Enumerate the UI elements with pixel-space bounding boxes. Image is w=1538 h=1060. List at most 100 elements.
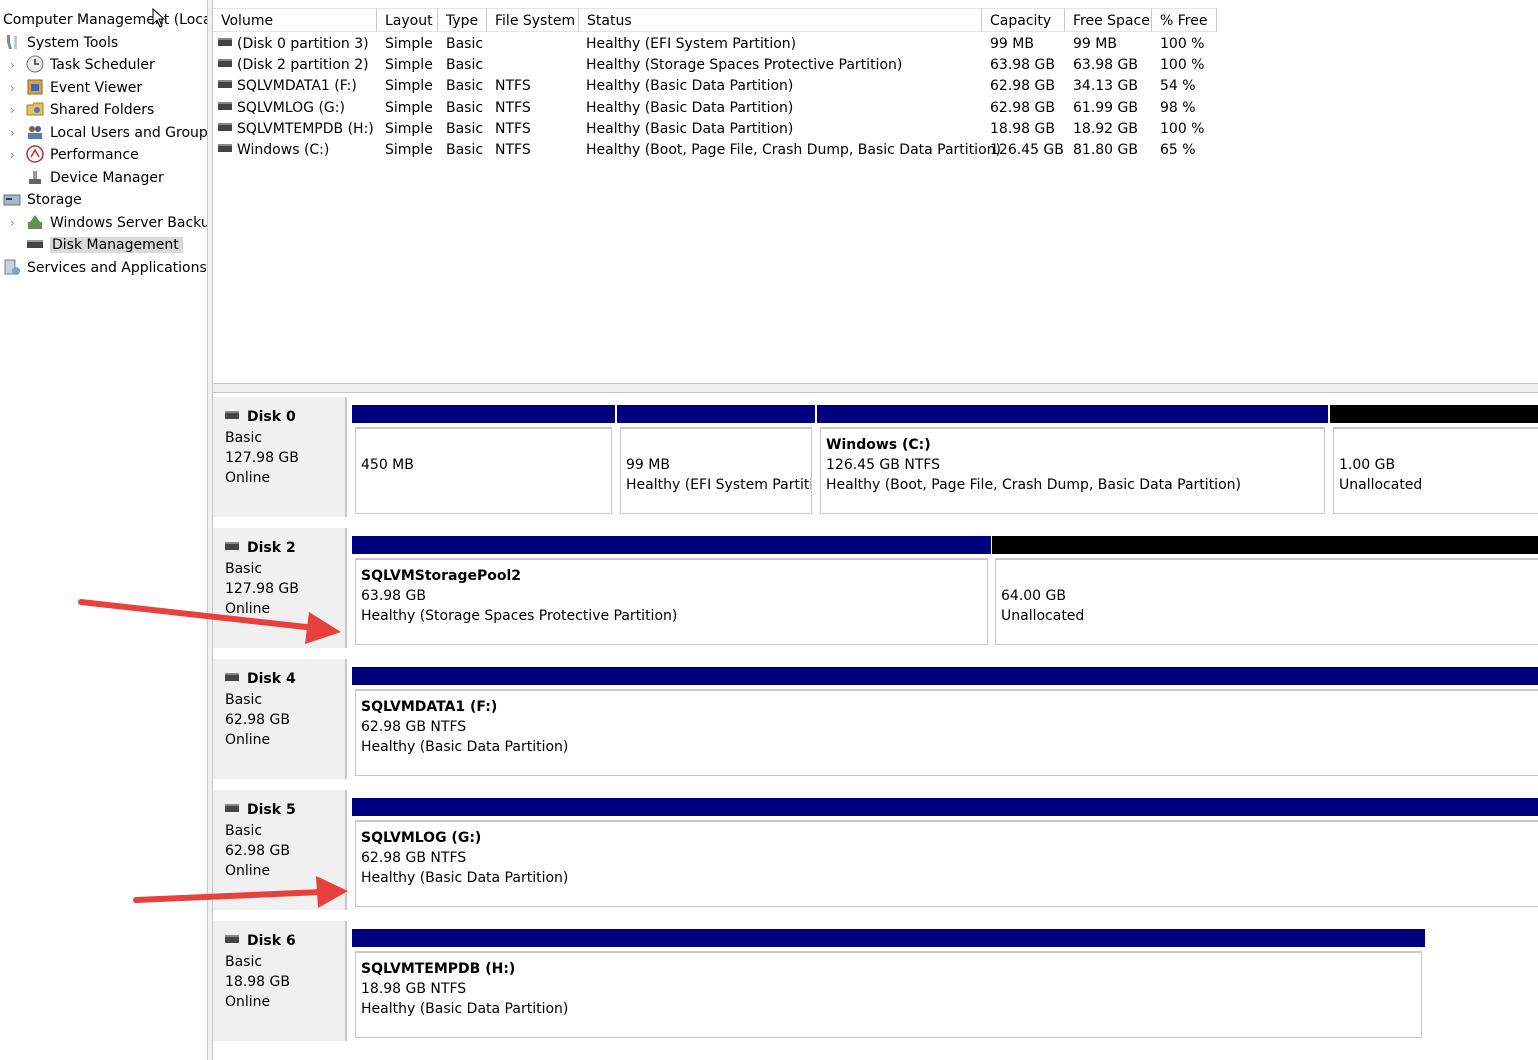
table-cell: 99 MB [990, 36, 1034, 52]
column-header-type[interactable]: Type [438, 8, 487, 32]
disk-row: Disk 2 Basic 127.98 GB Online SQLVMStora… [213, 524, 1538, 652]
annotation-arrow-icon [133, 876, 348, 908]
partition-size: 63.98 GB [361, 588, 426, 604]
partition-status: Healthy (Basic Data Partition) [361, 1001, 569, 1017]
table-row[interactable]: SQLVMTEMPDB (H:) Simple Basic NTFS Healthy (… [213, 119, 1533, 140]
disk-info[interactable]: Disk 6 Basic 18.98 GB Online [213, 921, 347, 1041]
partition-sqlvmdata1[interactable]: SQLVMDATA1 (F:) 62.98 GB NTFS Healthy (B… [352, 667, 1538, 780]
column-header-label: % Free [1160, 13, 1208, 29]
table-cell: Simple [385, 99, 433, 116]
column-header-status[interactable]: Status [579, 8, 982, 32]
partition-windows-c[interactable]: Windows (C:) 126.45 GB NTFS Healthy (Boo… [817, 405, 1328, 518]
column-header-capacity[interactable]: Capacity [982, 8, 1065, 32]
table-row[interactable]: SQLVMLOG (G:) Simple Basic NTFS Healthy (Bas… [213, 98, 1533, 119]
chevron-right-icon[interactable]: › [10, 54, 15, 76]
column-header-label: Free Space [1073, 13, 1150, 29]
services-icon [3, 258, 21, 276]
disk-type: Basic [225, 954, 263, 970]
tree-item-services-applications[interactable]: Services and Applications [3, 257, 207, 279]
column-header-file-system[interactable]: File System [487, 8, 579, 32]
partition-title [361, 435, 605, 455]
table-row[interactable]: (Disk 2 partition 2) Simple Basic Healthy (… [213, 55, 1533, 76]
partition-status: Healthy (EFI System Partitic [626, 477, 812, 493]
partition-title: SQLVMDATA1 (F:) [361, 699, 498, 715]
partition-size: 64.00 GB [1001, 588, 1066, 604]
partition-bar [352, 536, 991, 554]
chevron-right-icon[interactable]: › [10, 122, 15, 144]
backup-icon [26, 213, 44, 231]
chevron-right-icon[interactable]: › [10, 99, 15, 121]
tree-item-windows-server-backup[interactable]: › Windows Server Backup [10, 212, 207, 234]
table-cell: Basic [446, 57, 484, 74]
partition-sqlvmtempdb[interactable]: SQLVMTEMPDB (H:) 18.98 GB NTFS Healthy (… [352, 929, 1425, 1042]
table-cell-text: (Disk 0 partition 3) [237, 36, 369, 52]
partition-size: 62.98 GB NTFS [361, 850, 467, 866]
partition-bar [352, 667, 1538, 685]
disk-type: Basic [225, 823, 263, 839]
disk-name: Disk 2 [247, 540, 296, 556]
partition[interactable]: 450 MB [352, 405, 615, 518]
partition[interactable]: 99 MB Healthy (EFI System Partitic [617, 405, 815, 518]
partition-sqlvmlog[interactable]: SQLVMLOG (G:) 62.98 GB NTFS Healthy (Bas… [352, 798, 1538, 911]
table-cell: 100 % [1160, 36, 1205, 52]
partition-box: Windows (C:) 126.45 GB NTFS Healthy (Boo… [820, 427, 1325, 514]
tree-item-task-scheduler[interactable]: › Task Scheduler [10, 54, 155, 76]
column-header-volume[interactable]: Volume [213, 8, 377, 32]
partition-size: 99 MB [626, 457, 670, 473]
disk-status: Online [225, 470, 271, 486]
partition-title [1339, 435, 1534, 455]
table-cell: 100 % [1160, 57, 1205, 74]
table-row[interactable]: SQLVMDATA1 (F:) Simple Basic NTFS Healthy (B… [213, 76, 1533, 97]
tree-item-label: Windows Server Backup [50, 215, 207, 231]
disk-info[interactable]: Disk 0 Basic 127.98 GB Online [213, 397, 347, 517]
chevron-right-icon[interactable]: › [10, 212, 15, 234]
table-cell: 99 MB [1073, 36, 1117, 52]
horizontal-splitter[interactable] [213, 383, 1538, 393]
tree-item-label: Disk Management [50, 237, 183, 253]
table-row[interactable]: Windows (C:) Simple Basic NTFS Healthy (Boot… [213, 140, 1533, 161]
column-header-percent-free[interactable]: % Free [1152, 8, 1217, 32]
tree-item-system-tools[interactable]: System Tools [3, 32, 118, 54]
partition-status: Healthy (Basic Data Partition) [361, 739, 569, 755]
table-cell: Basic [446, 78, 484, 95]
table-row[interactable]: (Disk 0 partition 3) Simple Basic Healthy (… [213, 34, 1533, 55]
partition-bar [992, 536, 1538, 554]
tree-item-event-viewer[interactable]: › Event Viewer [10, 77, 142, 99]
volume-icon [218, 80, 232, 89]
tree-root-computer-management[interactable]: Computer Management (Local) [3, 9, 207, 31]
disk-icon [225, 542, 239, 550]
tree-item-storage[interactable]: Storage [3, 189, 82, 211]
table-cell: Simple [385, 78, 433, 95]
disk-row: Disk 5 Basic 62.98 GB Online SQLVMLOG (G… [213, 786, 1538, 914]
table-cell: 62.98 GB [990, 78, 1055, 95]
table-cell: Basic [446, 142, 484, 158]
partition-size: 18.98 GB NTFS [361, 981, 467, 997]
tree-item-label: Performance [50, 147, 139, 163]
partition-unallocated[interactable]: 1.00 GB Unallocated [1330, 405, 1538, 518]
column-header-label: Type [446, 13, 479, 29]
tree-item-performance[interactable]: › Performance [10, 144, 139, 166]
tree-item-device-manager[interactable]: Device Manager [26, 167, 164, 189]
table-cell: Healthy (Storage Spaces Protective Parti… [586, 57, 903, 74]
tree-item-shared-folders[interactable]: › Shared Folders [10, 99, 154, 121]
disk-size: 18.98 GB [225, 974, 290, 990]
tree-item-local-users-groups[interactable]: › Local Users and Groups [10, 122, 207, 144]
disk-info[interactable]: Disk 4 Basic 62.98 GB Online [213, 659, 347, 779]
table-cell: NTFS [495, 142, 531, 158]
disk-name: Disk 5 [247, 802, 296, 818]
disk-name: Disk 0 [247, 409, 296, 425]
table-cell: 100 % [1160, 120, 1205, 137]
disk-icon [225, 804, 239, 812]
tree-item-disk-management[interactable]: Disk Management [26, 234, 183, 256]
column-header-free-space[interactable]: Free Space [1065, 8, 1152, 32]
partition-storage-pool[interactable]: SQLVMStoragePool2 63.98 GB Healthy (Stor… [352, 536, 991, 649]
disk-size: 62.98 GB [225, 712, 290, 728]
table-cell: NTFS [495, 120, 531, 137]
volume-name-cell: SQLVMDATA1 (F:) [218, 76, 357, 97]
chevron-right-icon[interactable]: › [10, 144, 15, 166]
disk-row: Disk 6 Basic 18.98 GB Online SQLVMTEMPDB… [213, 917, 1538, 1045]
chevron-right-icon[interactable]: › [10, 77, 15, 99]
partition-unallocated[interactable]: 64.00 GB Unallocated [992, 536, 1538, 649]
disk-row: Disk 0 Basic 127.98 GB Online 450 MB 99 … [213, 393, 1538, 521]
column-header-layout[interactable]: Layout [377, 8, 438, 32]
